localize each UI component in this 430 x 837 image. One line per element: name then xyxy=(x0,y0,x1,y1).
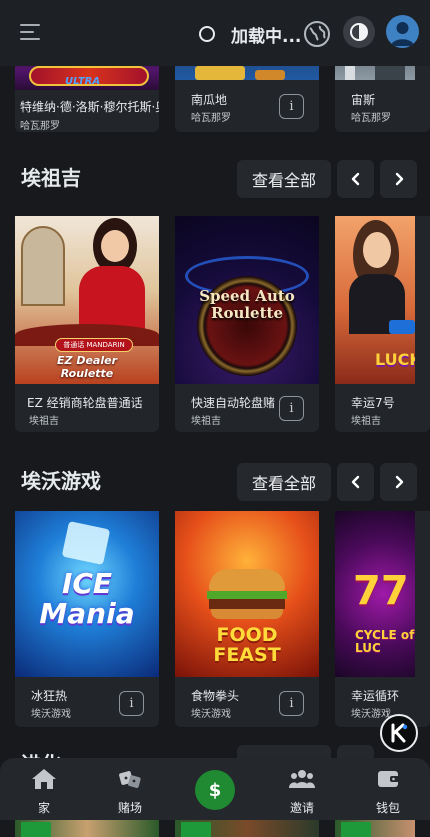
game-art-text: ICE Mania xyxy=(39,567,135,630)
game-art-text: Speed Auto Roulette xyxy=(199,287,295,322)
globe-icon[interactable] xyxy=(303,20,331,48)
game-thumbnail: Speed Auto Roulette xyxy=(175,216,319,384)
game-provider: 埃沃游戏 xyxy=(191,709,231,720)
nav-casino[interactable]: 赌场 xyxy=(95,758,165,820)
view-all-button[interactable]: 查看全部 xyxy=(237,160,331,198)
top-bar: 加载中... xyxy=(0,0,430,66)
game-title: 冰狂热 xyxy=(31,689,68,703)
chevron-right-icon[interactable] xyxy=(380,463,417,501)
chevron-left-icon[interactable] xyxy=(337,463,374,501)
home-icon xyxy=(31,768,57,790)
game-provider: 哈瓦那罗 xyxy=(351,113,391,124)
game-card[interactable]: FOOD FEAST 食物拳头 埃沃游戏 i xyxy=(175,511,319,727)
k-support-icon[interactable] xyxy=(380,714,418,752)
dice-icon xyxy=(117,768,143,790)
info-icon[interactable]: i xyxy=(279,396,304,421)
game-card[interactable]: ICE Mania 冰狂热 埃沃游戏 i xyxy=(15,511,159,727)
game-title: 幸运7号 xyxy=(351,396,395,410)
view-all-button[interactable]: 查看全部 xyxy=(237,463,331,501)
game-art-text: CYCLE of LUC xyxy=(355,628,415,655)
nav-wallet[interactable]: 钱包 xyxy=(353,758,423,820)
game-art-text: FOOD FEAST xyxy=(213,624,281,666)
game-card[interactable]: Speed Auto Roulette 快速自动轮盘赌 埃祖吉 i xyxy=(175,216,319,432)
game-card[interactable]: LUCK 幸运7号 埃祖吉 xyxy=(335,216,430,432)
nav-invite[interactable]: 邀请 xyxy=(267,758,337,820)
nav-label: 家 xyxy=(37,801,50,815)
game-provider: 哈瓦那罗 xyxy=(20,121,60,132)
game-provider: 埃祖吉 xyxy=(351,416,381,427)
game-thumbnail: FOOD FEAST xyxy=(175,511,319,677)
nav-label: 邀请 xyxy=(289,801,314,815)
section-title: 埃沃游戏 xyxy=(21,469,101,493)
game-title: 宙斯 xyxy=(351,93,376,107)
loading-spinner-icon xyxy=(199,26,215,42)
game-art-text: EZ Dealer Roulette xyxy=(57,354,117,380)
menu-icon[interactable] xyxy=(20,24,42,42)
game-thumbnail: 普通话 MANDARIN EZ Dealer Roulette xyxy=(15,216,159,384)
nav-label: 钱包 xyxy=(375,801,400,815)
game-thumbnail: LUCK xyxy=(335,216,415,384)
user-avatar-icon[interactable] xyxy=(386,15,419,48)
mandarin-badge: 普通话 MANDARIN xyxy=(55,338,133,352)
game-card[interactable]: 77 CYCLE of LUC 幸运循环 埃沃游戏 xyxy=(335,511,430,727)
info-icon[interactable]: i xyxy=(279,94,304,119)
loading-text: 加载中... xyxy=(231,27,302,47)
chevron-left-icon[interactable] xyxy=(337,160,374,198)
game-provider: 埃祖吉 xyxy=(29,416,59,427)
game-title: 南瓜地 xyxy=(191,93,228,107)
wallet-icon xyxy=(375,768,401,790)
game-provider: 埃祖吉 xyxy=(191,416,221,427)
users-icon xyxy=(289,768,315,790)
game-provider: 埃沃游戏 xyxy=(351,709,391,720)
next-row-preview xyxy=(0,820,430,837)
dollar-icon[interactable]: $ xyxy=(195,770,235,810)
game-card[interactable]: 普通话 MANDARIN EZ Dealer Roulette EZ 经销商轮盘… xyxy=(15,216,159,432)
game-art-text: LUCK xyxy=(375,350,415,369)
game-title: 幸运循环 xyxy=(351,689,400,703)
game-thumbnail: ICE Mania xyxy=(15,511,159,677)
game-title: 特维纳·德·洛斯·穆尔托斯·奥特 xyxy=(20,100,159,114)
game-title: EZ 经销商轮盘普通话 xyxy=(27,396,143,410)
nav-home[interactable]: 家 xyxy=(9,758,79,820)
nav-label: 赌场 xyxy=(117,801,142,815)
theme-toggle-icon[interactable] xyxy=(343,16,375,48)
game-title: 快速自动轮盘赌 xyxy=(191,396,276,410)
casino-home-page: 加载中... ULTRA 特维纳·德·洛斯·穆尔托斯·奥特 哈瓦那罗 南瓜地 哈… xyxy=(0,0,430,837)
game-provider: 埃沃游戏 xyxy=(31,709,71,720)
info-icon[interactable]: i xyxy=(279,691,304,716)
info-icon[interactable]: i xyxy=(119,691,144,716)
game-title: 食物拳头 xyxy=(191,689,240,703)
section-title: 埃祖吉 xyxy=(21,166,81,190)
bottom-navigation: 家 赌场 $ 邀请 钱包 xyxy=(0,758,430,820)
game-thumbnail: 77 CYCLE of LUC xyxy=(335,511,415,677)
chevron-right-icon[interactable] xyxy=(380,160,417,198)
game-provider: 哈瓦那罗 xyxy=(191,113,231,124)
